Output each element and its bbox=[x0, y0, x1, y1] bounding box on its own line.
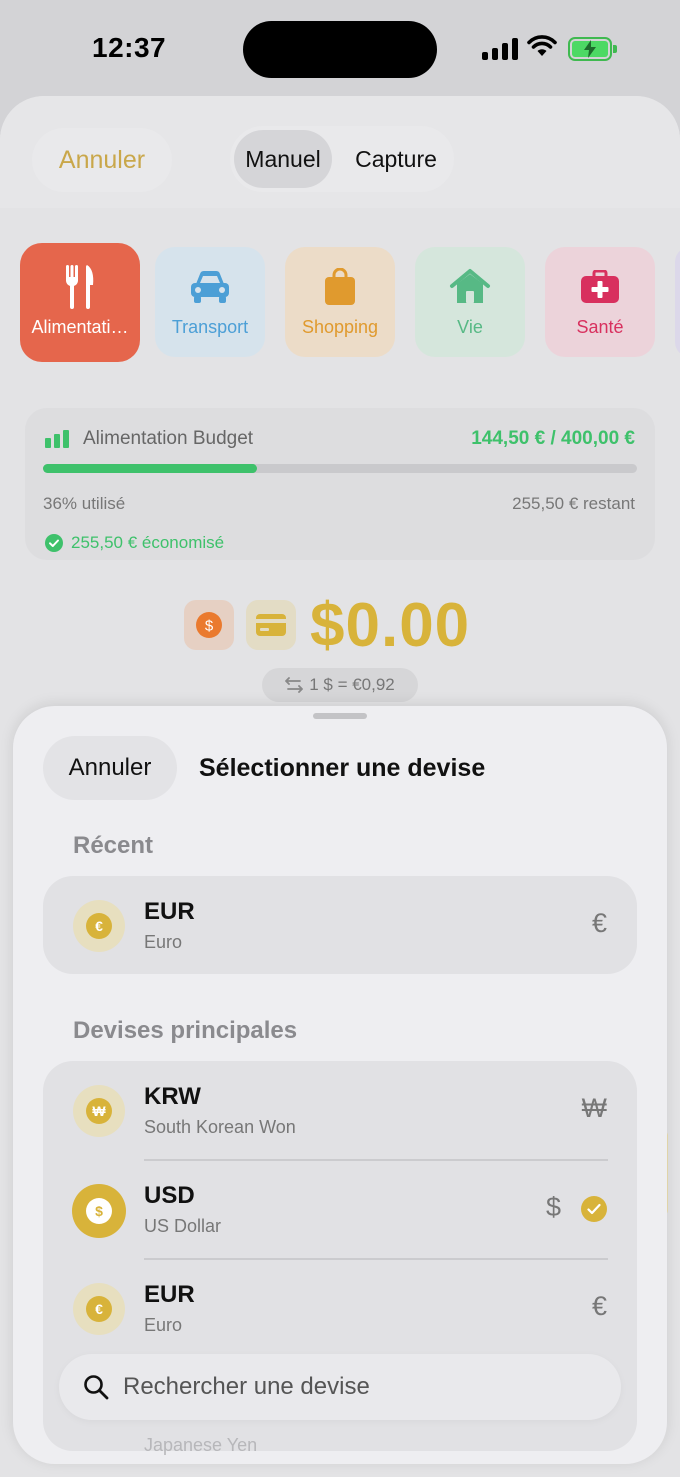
category-selector: Alimentati… Transport Shopping Vie Santé bbox=[20, 243, 680, 363]
category-transport[interactable]: Transport bbox=[155, 247, 265, 357]
recent-section-label: Récent bbox=[73, 832, 154, 859]
battery-charging-icon bbox=[568, 37, 617, 61]
category-label: Santé bbox=[576, 316, 624, 337]
payment-card-button[interactable] bbox=[246, 600, 296, 650]
dollar-coin-icon: $ bbox=[196, 612, 222, 638]
currency-row-jpy-partial[interactable]: Japanese Yen bbox=[43, 1423, 637, 1463]
category-label: Alimentati… bbox=[31, 317, 129, 337]
currency-picker-sheet: Annuler Sélectionner une devise Récent €… bbox=[13, 706, 667, 1464]
currency-row-eur-recent[interactable]: € EUR Euro € bbox=[43, 876, 637, 975]
amount-display[interactable]: $0.00 bbox=[310, 590, 470, 661]
currency-symbol: € bbox=[591, 908, 607, 938]
currency-search-bar[interactable] bbox=[59, 1354, 621, 1420]
budget-progress-fill bbox=[43, 464, 257, 473]
currency-code: USD bbox=[144, 1182, 195, 1209]
budget-title: Alimentation Budget bbox=[83, 428, 254, 449]
exchange-rate-badge[interactable]: 1 $ = €0,92 bbox=[262, 668, 418, 702]
budget-used-text: 36% utilisé bbox=[43, 494, 126, 513]
swap-arrows-icon bbox=[285, 677, 304, 693]
tab-manual[interactable]: Manuel bbox=[234, 130, 332, 188]
currency-name: Japanese Yen bbox=[144, 1435, 258, 1455]
euro-coin-icon: € bbox=[73, 900, 125, 952]
currency-name: US Dollar bbox=[144, 1216, 222, 1236]
credit-card-icon bbox=[256, 614, 286, 636]
category-sante[interactable]: Santé bbox=[545, 247, 655, 357]
currency-name: South Korean Won bbox=[144, 1117, 296, 1137]
budget-saved-text: 255,50 € économisé bbox=[71, 533, 225, 552]
main-currencies-section-label: Devises principales bbox=[73, 1017, 298, 1044]
budget-amount: 144,50 € / 400,00 € bbox=[471, 428, 635, 449]
budget-remaining-text: 255,50 € restant bbox=[512, 494, 635, 513]
euro-coin-icon: € bbox=[73, 1283, 125, 1335]
category-vie[interactable]: Vie bbox=[415, 247, 525, 357]
check-circle-icon bbox=[45, 534, 63, 552]
search-icon bbox=[83, 1374, 109, 1400]
currency-symbol: € bbox=[591, 1291, 607, 1321]
expense-sheet-header: Annuler Manuel Capture bbox=[0, 96, 680, 208]
first-aid-kit-icon bbox=[580, 267, 620, 307]
recent-currency-list: € EUR Euro € bbox=[43, 876, 637, 974]
status-bar: 12:37 bbox=[0, 0, 680, 100]
dynamic-island bbox=[243, 21, 437, 78]
currency-code: EUR bbox=[144, 1281, 195, 1308]
amount-row: $ $0.00 bbox=[0, 591, 680, 676]
won-coin-icon: ₩ bbox=[73, 1085, 125, 1137]
category-label: Transport bbox=[171, 316, 249, 337]
expense-cancel-button[interactable]: Annuler bbox=[32, 128, 172, 192]
status-time: 12:37 bbox=[92, 32, 167, 63]
currency-symbol: $ bbox=[545, 1192, 561, 1222]
svg-text:$: $ bbox=[205, 618, 214, 635]
mode-segmented-control: Manuel Capture bbox=[230, 126, 454, 192]
currency-row-eur[interactable]: € EUR Euro € bbox=[43, 1259, 637, 1358]
sheet-grabber[interactable] bbox=[313, 713, 367, 719]
picker-cancel-button[interactable]: Annuler bbox=[43, 736, 177, 800]
selected-checkmark-icon bbox=[581, 1196, 607, 1222]
currency-search-input[interactable] bbox=[123, 1373, 563, 1401]
exchange-rate-text: 1 $ = €0,92 bbox=[309, 675, 395, 694]
currency-row-usd[interactable]: $ USD US Dollar $ bbox=[43, 1160, 637, 1259]
car-icon bbox=[189, 267, 231, 307]
budget-card: Alimentation Budget 144,50 € / 400,00 € … bbox=[25, 408, 655, 560]
category-shopping[interactable]: Shopping bbox=[285, 247, 395, 357]
category-label: Shopping bbox=[301, 316, 379, 337]
currency-coin-button[interactable]: $ bbox=[184, 600, 234, 650]
wifi-icon bbox=[527, 35, 557, 56]
shopping-bag-icon bbox=[323, 267, 357, 307]
category-alimentation[interactable]: Alimentati… bbox=[20, 243, 140, 362]
dollar-coin-icon: $ bbox=[72, 1184, 126, 1238]
currency-symbol: ₩ bbox=[581, 1093, 607, 1123]
currency-name: Euro bbox=[144, 932, 183, 952]
house-icon bbox=[449, 267, 491, 307]
category-more[interactable] bbox=[675, 247, 680, 357]
bar-chart-icon bbox=[45, 430, 69, 448]
fork-knife-icon bbox=[65, 265, 95, 309]
budget-progress-bar bbox=[43, 464, 637, 473]
budget-saved: 255,50 € économisé bbox=[45, 533, 224, 553]
currency-code: EUR bbox=[144, 898, 195, 925]
cellular-signal-icon bbox=[482, 38, 518, 60]
currency-code: KRW bbox=[144, 1083, 201, 1110]
category-label: Vie bbox=[457, 316, 483, 337]
picker-title: Sélectionner une devise bbox=[199, 754, 486, 782]
tab-capture[interactable]: Capture bbox=[346, 130, 446, 188]
currency-row-krw[interactable]: ₩ KRW South Korean Won ₩ bbox=[43, 1061, 637, 1160]
currency-name: Euro bbox=[144, 1315, 183, 1335]
